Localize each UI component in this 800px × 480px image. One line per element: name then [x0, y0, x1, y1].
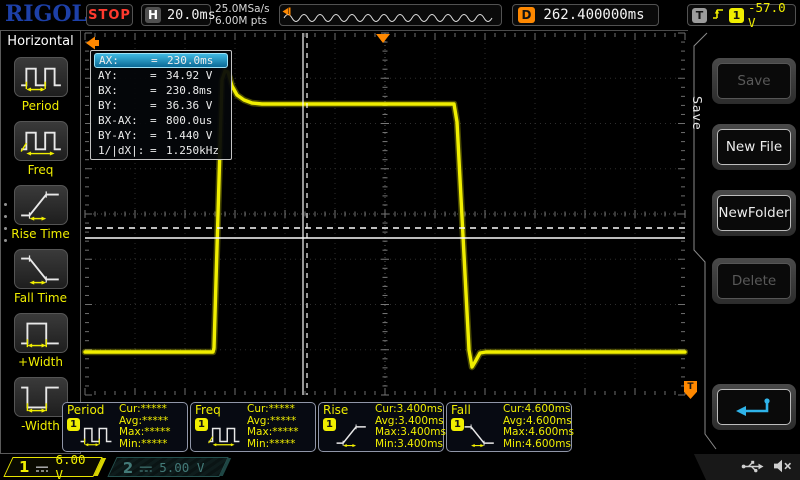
measurement-rise-icon: [334, 422, 370, 448]
delay-badge: D: [518, 7, 535, 23]
channel-1-status[interactable]: 1 6.00 V: [3, 457, 102, 477]
measurement-panel-rise: Rise1 Cur:3.400msAvg:3.400msMax:3.400msM…: [318, 402, 444, 452]
channel-2-number: 2: [123, 458, 133, 476]
rising-edge-icon: [711, 6, 725, 25]
measurement-title: Freq: [195, 403, 221, 417]
sidebar-button-fall-time[interactable]: [14, 249, 68, 289]
timebase-value: 20.0ms: [167, 7, 216, 23]
sidebar-label-freq: Freq: [1, 163, 80, 177]
channel-2-status[interactable]: 2 5.00 V: [107, 457, 228, 477]
return-arrow-icon: [732, 395, 776, 419]
system-tray: [694, 454, 800, 480]
measurement-value: Cur:*****: [119, 404, 171, 416]
channel-1-number: 1: [19, 458, 29, 476]
run-state-button[interactable]: STOP: [86, 4, 133, 26]
memory-depth: 6.00M pts: [215, 15, 270, 27]
sidebar-label-period: Period: [1, 99, 80, 113]
nwidth-icon: [18, 380, 64, 414]
delay-value: 262.400000ms: [535, 7, 653, 23]
measurement-value: Min:*****: [119, 439, 171, 451]
trigger-badge: T: [692, 8, 707, 23]
sidebar-label--width: +Width: [1, 355, 80, 369]
measurement-title: Rise: [323, 403, 348, 417]
measurement-panel-period: Period1 Cur:*****Avg:*****Max:*****Min:*…: [62, 402, 188, 452]
sidebar-button--width[interactable]: [14, 377, 68, 417]
trigger-level-value: -57.0 V: [748, 0, 791, 30]
cursor-readout-panel: AX:=230.0msAY:=34.92 VBX:=230.8msBY:=36.…: [90, 50, 232, 160]
rise-icon: [18, 188, 64, 222]
trigger-position-marker: [376, 34, 390, 43]
preview-waveform-icon: [280, 5, 501, 25]
usb-icon: [741, 458, 765, 477]
measurement-value: Cur:*****: [247, 404, 299, 416]
cursor-row: BY-AY:=1.440 V: [94, 128, 228, 143]
cursor-row: BX:=230.8ms: [94, 83, 228, 98]
freq-icon: [18, 124, 64, 158]
menu-page-dots: [4, 194, 7, 251]
menu-button-newfolder[interactable]: NewFolder: [717, 195, 791, 231]
menu-title: Horizontal: [1, 34, 80, 49]
menu-button-save[interactable]: Save: [717, 63, 791, 99]
sidebar-button-freq[interactable]: [14, 121, 68, 161]
dc-coupling-icon: [35, 458, 49, 477]
delay-block[interactable]: D 262.400000ms: [512, 4, 659, 26]
measurement-value: Min:*****: [247, 439, 299, 451]
measurement-value: Min:4.600ms: [503, 439, 574, 451]
period-icon: [18, 60, 64, 94]
timebase-block[interactable]: H 20.0ms: [141, 4, 211, 26]
status-bar: RIGOL STOP H 20.0ms 25.0MSa/s 6.00M pts …: [0, 0, 800, 31]
sidebar-label-fall-time: Fall Time: [1, 291, 80, 305]
measurement-value: Cur:4.600ms: [503, 404, 574, 416]
measurement-panel-fall: Fall1 Cur:4.600msAvg:4.600msMax:4.600msM…: [446, 402, 572, 452]
sidebar-button-period[interactable]: [14, 57, 68, 97]
cursor-row: BY:=36.36 V: [94, 98, 228, 113]
trigger-source-badge: 1: [729, 8, 744, 23]
measurement-title: Period: [67, 403, 104, 417]
channel-2-scale: 5.00 V: [159, 460, 204, 475]
waveform-preview[interactable]: [279, 4, 502, 26]
measurement-fall-icon: [462, 422, 498, 448]
sidebar-button-rise-time[interactable]: [14, 185, 68, 225]
pwidth-icon: [18, 316, 64, 350]
horizontal-badge: H: [145, 7, 161, 23]
menu-tab-label: Save: [690, 96, 705, 131]
oscilloscope-screen: AX:=230.0msAY:=34.92 VBX:=230.8msBY:=36.…: [0, 0, 800, 480]
menu-button-new-file[interactable]: New File: [717, 129, 791, 165]
sidebar-label-rise-time: Rise Time: [1, 227, 80, 241]
measurement-period-icon: [78, 422, 114, 448]
measurement-value: Cur:3.400ms: [375, 404, 446, 416]
cursor-row: AY:=34.92 V: [94, 68, 228, 83]
cursor-row: AX:=230.0ms: [94, 53, 228, 68]
preview-position-marker: [283, 8, 291, 16]
measurement-freq-icon: [206, 422, 242, 448]
channel-bar: 1 6.00 V 2 5.00 V: [0, 454, 800, 480]
sidebar-button--width[interactable]: [14, 313, 68, 353]
cursor-row: 1/|dX|:=1.250kHz: [94, 143, 228, 158]
measurement-value: Min:3.400ms: [375, 439, 446, 451]
delay-offscreen-left-marker: [86, 37, 99, 50]
trigger-level-marker-label: T: [684, 382, 697, 392]
speaker-muted-icon: [773, 458, 792, 477]
rigol-logo: RIGOL: [5, 1, 87, 27]
fall-icon: [18, 252, 64, 286]
channel-1-scale: 6.00 V: [55, 452, 87, 480]
measurement-title: Fall: [451, 403, 471, 417]
menu-button-back[interactable]: [717, 389, 791, 425]
acquisition-info: 25.0MSa/s 6.00M pts: [215, 3, 270, 27]
cursor-row: BX-AX:=800.0us: [94, 113, 228, 128]
dc-coupling-icon: [139, 458, 153, 477]
measurement-panel-freq: Freq1 Cur:*****Avg:*****Max:*****Min:***…: [190, 402, 316, 452]
menu-button-delete[interactable]: Delete: [717, 263, 791, 299]
save-menu: Save Save New File NewFolder Delete: [688, 30, 800, 454]
sample-rate: 25.0MSa/s: [215, 3, 270, 15]
horizontal-measure-menu: Horizontal Period Freq Rise Time Fall Ti…: [0, 30, 81, 454]
trigger-block[interactable]: T 1 -57.0 V: [687, 4, 796, 26]
